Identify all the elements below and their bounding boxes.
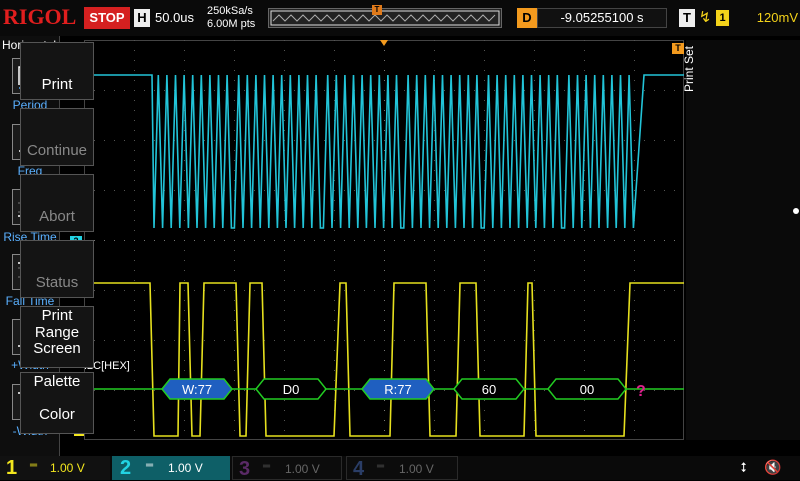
ch2-status[interactable]: 2 ═ 1.00 V xyxy=(112,456,230,480)
run-stop-indicator[interactable]: STOP xyxy=(84,7,130,29)
dc-coupling-icon: ═ xyxy=(263,461,271,472)
print-range-value: Screen xyxy=(33,340,81,357)
usb-icon: ⭥ xyxy=(740,460,748,475)
print-label: Print xyxy=(41,76,73,93)
status-button[interactable]: Status xyxy=(20,240,94,298)
memory-overview-strip[interactable] xyxy=(268,8,502,28)
delay-value[interactable]: -9.05255100 s xyxy=(537,8,667,28)
print-range-title: Print Range xyxy=(34,307,80,341)
dc-coupling-icon: ═ xyxy=(146,460,154,471)
decode-error-mark: ? xyxy=(636,383,646,400)
packet-label: D0 xyxy=(283,382,300,397)
trigger-edge-icon: ↯ xyxy=(698,9,712,26)
trigger-time-arrow xyxy=(380,40,388,46)
ch3-scale: 1.00 V xyxy=(285,462,320,476)
brand-logo: RIGOL xyxy=(3,4,77,29)
packet-label: 00 xyxy=(580,382,594,397)
abort-label: Abort xyxy=(39,208,75,225)
status-label: Status xyxy=(35,274,79,291)
dc-coupling-icon: ═ xyxy=(377,461,385,472)
print-range-button[interactable]: Print Range Screen xyxy=(20,306,94,368)
acquisition-info: 250kSa/s 6.00M pts xyxy=(207,5,267,33)
trigger-position-marker[interactable]: T xyxy=(372,5,382,15)
packet-label: W:77 xyxy=(182,382,212,397)
menu-page-dot xyxy=(793,208,799,214)
memory-depth: 6.00M pts xyxy=(207,18,256,30)
speaker-muted-icon[interactable]: 🔇 xyxy=(764,459,786,477)
waveform-display[interactable]: W:77 D0 R:77 60 00 ? I2C[HEX] xyxy=(84,40,684,440)
abort-button[interactable]: Abort xyxy=(20,174,94,232)
packet-label: R:77 xyxy=(384,382,411,397)
ch2-scale: 1.00 V xyxy=(168,461,203,475)
ch4-status[interactable]: 4 ═ 1.00 V xyxy=(346,456,458,480)
ch2-trace xyxy=(84,74,684,229)
ch1-scale: 1.00 V xyxy=(50,461,85,475)
trigger-badge: T xyxy=(679,9,695,27)
packet-00[interactable]: 00 xyxy=(547,378,627,400)
dc-coupling-icon: ═ xyxy=(30,460,38,471)
trigger-source[interactable]: 1 xyxy=(716,10,729,26)
palette-value: Color xyxy=(39,406,75,423)
print-set-menu xyxy=(686,40,800,440)
timebase-value[interactable]: 50.0us xyxy=(155,8,203,28)
delay-badge: D xyxy=(517,8,537,28)
ch3-status[interactable]: 3 ═ 1.00 V xyxy=(232,456,342,480)
ch4-number: 4 xyxy=(353,458,365,480)
ch1-number: 1 xyxy=(6,457,18,479)
memory-waveform-preview xyxy=(270,10,500,26)
ch3-number: 3 xyxy=(239,458,251,480)
packet-d0[interactable]: D0 xyxy=(255,378,327,400)
ch1-status[interactable]: 1 ═ 1.00 V xyxy=(0,456,110,480)
packet-label: 60 xyxy=(482,382,496,397)
packet-60[interactable]: 60 xyxy=(453,378,525,400)
ch4-scale: 1.00 V xyxy=(399,462,434,476)
ch1-trace xyxy=(84,282,684,437)
continue-button[interactable]: Continue xyxy=(20,108,94,166)
menu-title: Print Set xyxy=(682,45,696,92)
packet-w77[interactable]: W:77 xyxy=(161,378,233,400)
continue-label: Continue xyxy=(26,142,88,159)
palette-button[interactable]: Palette Color xyxy=(20,372,94,434)
packet-r77[interactable]: R:77 xyxy=(361,378,435,400)
trigger-level[interactable]: 120mV xyxy=(738,8,798,28)
palette-title: Palette xyxy=(33,373,81,390)
horizontal-badge: H xyxy=(134,9,150,27)
print-button[interactable]: Print xyxy=(20,42,94,100)
sample-rate: 250kSa/s xyxy=(207,5,253,17)
ch2-number: 2 xyxy=(120,457,132,479)
